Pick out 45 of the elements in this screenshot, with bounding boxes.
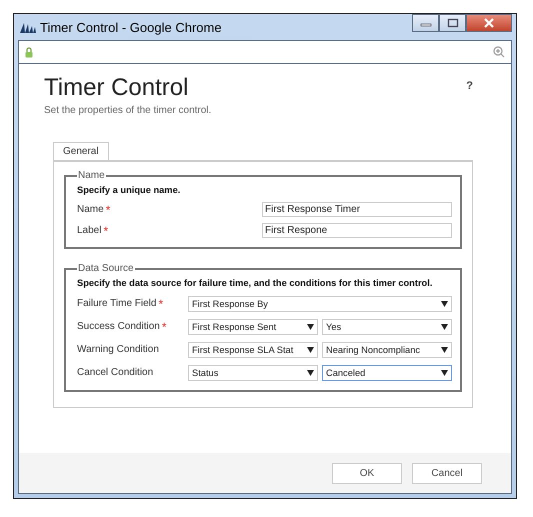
dialog-title: Timer Control [44,74,190,102]
dropdown[interactable]: Status [188,364,318,380]
instruction-text: Specify a unique name. [77,185,182,195]
dropdown[interactable]: Canceled [322,364,452,380]
field-label: Failure Time Field [77,298,156,309]
dialog-subtitle: Set the properties of the timer control. [44,105,212,116]
dialog-button[interactable]: Cancel [412,462,482,484]
maximize-button[interactable] [439,14,466,32]
logo-icon [20,21,36,33]
field-label: Success Condition [77,321,160,332]
instruction-text: Specify the data source for failure time, and the conditions for this timer control. [77,278,434,288]
dropdown[interactable]: First Response By [188,296,452,312]
tab[interactable]: General [53,142,109,160]
input-field[interactable]: First Response Timer [262,202,452,217]
help-icon[interactable]: ? [466,80,473,92]
field-label: Warning Condition [77,344,159,355]
required-marker: * [106,202,110,216]
required-marker: * [103,224,108,238]
required-marker: * [158,296,164,310]
caret-icon [307,324,314,330]
required-marker: * [162,320,166,334]
dropdown[interactable]: First Response SLA Stat [188,342,318,358]
maximize-icon [446,18,458,28]
zoom-icon[interactable] [493,46,505,58]
lock-icon [25,46,33,58]
caret-icon [441,324,448,330]
close-icon [483,18,495,28]
dropdown[interactable]: Nearing Noncomplianc [322,342,452,358]
input-field[interactable]: First Respone [262,223,452,238]
caret-icon [441,300,448,306]
minimize-button[interactable] [412,14,439,32]
field-label: Cancel Condition [77,367,154,378]
dropdown[interactable]: Yes [322,318,452,334]
field-label: Name [77,204,104,215]
window-title: Timer Control - Google Chrome [40,20,222,34]
section-legend: Name [77,170,106,181]
dialog-button[interactable]: OK [332,462,402,484]
field-label: Label [77,225,102,236]
caret-icon [307,346,314,352]
caret-icon [307,370,314,376]
dropdown[interactable]: First Response Sent [188,318,318,334]
close-button[interactable] [466,14,512,32]
caret-icon [441,346,448,352]
caret-icon [441,370,448,376]
section-legend: Data Source [77,263,135,274]
